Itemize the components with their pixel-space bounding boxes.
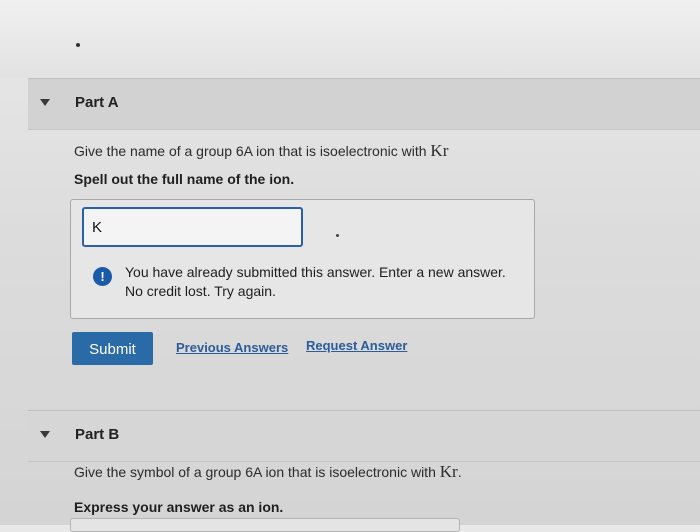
part-a-question: Give the name of a group 6A ion that is …: [74, 141, 448, 161]
part-b-title: Part B: [75, 426, 120, 443]
part-b-header[interactable]: Part B: [28, 410, 700, 462]
part-b-instruction: Express your answer as an ion.: [74, 499, 284, 515]
part-a-question-text: Give the name of a group 6A ion that is …: [74, 143, 431, 159]
warning-line-1: You have already submitted this answer. …: [125, 264, 506, 280]
exclamation-icon: !: [93, 267, 112, 286]
part-a-question-element: Kr: [430, 141, 449, 160]
top-background: [0, 0, 700, 78]
part-a-title: Part A: [75, 94, 119, 111]
part-b-question: Give the symbol of a group 6A ion that i…: [74, 462, 462, 482]
part-b-question-text: Give the symbol of a group 6A ion that i…: [74, 464, 440, 480]
resubmission-warning: You have already submitted this answer. …: [125, 263, 525, 301]
warning-line-2: No credit lost. Try again.: [125, 283, 276, 299]
answer-input[interactable]: [82, 207, 303, 247]
collapse-caret-icon[interactable]: [40, 431, 50, 438]
previous-answers-link[interactable]: Previous Answers: [176, 340, 288, 355]
collapse-caret-icon[interactable]: [40, 99, 50, 106]
part-a-header[interactable]: Part A: [28, 78, 700, 130]
part-a-instruction: Spell out the full name of the ion.: [74, 171, 295, 187]
answer-panel: ! You have already submitted this answer…: [70, 199, 535, 319]
part-b-question-element: Kr: [439, 462, 458, 481]
panel-dot: [336, 234, 339, 237]
part-b-question-end: .: [457, 464, 462, 480]
request-answer-link[interactable]: Request Answer: [306, 338, 407, 353]
part-b-answer-panel[interactable]: [70, 518, 460, 532]
stray-dot: [76, 43, 80, 47]
submit-button[interactable]: Submit: [72, 332, 153, 365]
